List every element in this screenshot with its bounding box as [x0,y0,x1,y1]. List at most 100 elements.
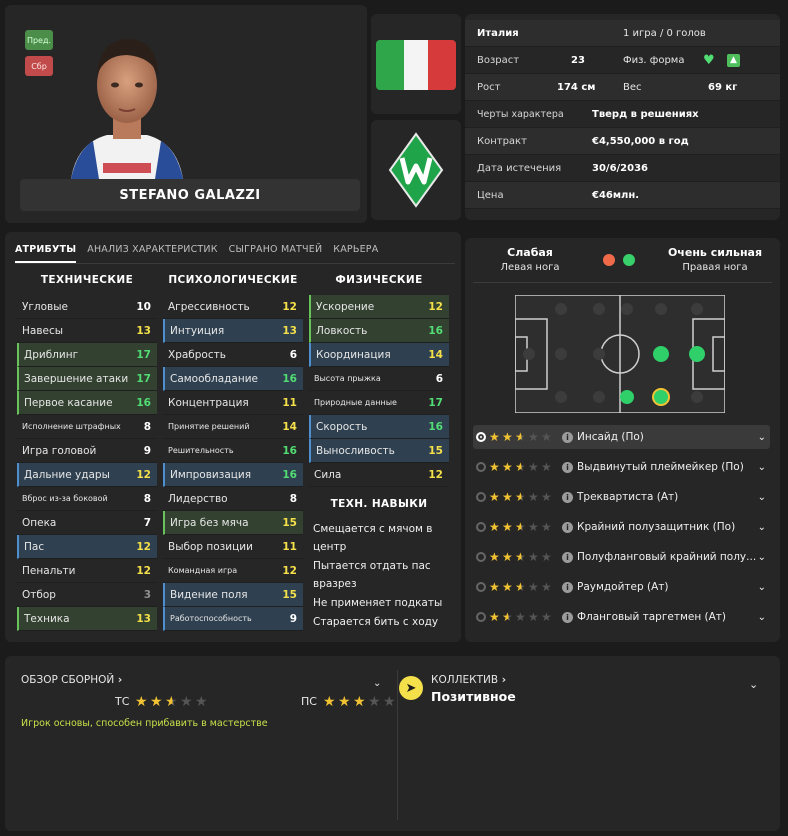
tab-career[interactable]: КАРЬЕРА [333,244,378,263]
attribute-row[interactable]: Дриблинг 17 [17,343,157,367]
attribute-row[interactable]: Пенальти 12 [17,559,157,583]
chevron-down-icon[interactable]: ⌄ [758,432,766,443]
national-overview-link[interactable]: ОБЗОР СБОРНОЙ › [21,674,122,686]
chevron-down-icon[interactable]: ⌄ [758,612,766,623]
attribute-row[interactable]: Пас 12 [17,535,157,559]
attribute-row[interactable]: Видение поля 15 [163,583,303,607]
role-name: Крайний полузащитник (По) [577,521,736,533]
chevron-down-icon[interactable]: ⌄ [758,552,766,563]
attribute-row[interactable]: Природные данные 17 [309,391,449,415]
attribute-row[interactable]: Высота прыжка 6 [309,367,449,391]
chevron-down-icon[interactable]: ⌄ [758,582,766,593]
role-item[interactable]: ★ ★ ★ ★ ★ i Крайний полузащитник (По) ⌄ [473,515,770,539]
attribute-row[interactable]: Ускорение 12 [309,295,449,319]
tab-matches[interactable]: СЫГРАНО МАТЧЕЙ [229,244,323,263]
attribute-row[interactable]: Лидерство 8 [163,487,303,511]
attribute-value: 6 [289,348,297,361]
role-item[interactable]: ★ ★ ★ ★ ★ i Треквартиста (Ат) ⌄ [473,485,770,509]
info-icon[interactable]: i [562,551,573,563]
attribute-row[interactable]: Техника 13 [17,607,157,631]
role-item[interactable]: ★ ★ ★ ★ ★ i Выдвинутый плеймейкер (По) ⌄ [473,455,770,479]
attribute-row[interactable]: Исполнение штрафных 8 [17,415,157,439]
attribute-row[interactable]: Угловые 10 [17,295,157,319]
weak-foot-label: Слабая [507,246,553,259]
attribute-value: 10 [136,300,151,313]
attribute-value: 13 [136,612,151,625]
attribute-row[interactable]: Координация 14 [309,343,449,367]
star-icon: ★ [541,460,552,474]
attribute-row[interactable]: Отбор 3 [17,583,157,607]
attribute-row[interactable]: Храбрость 6 [163,343,303,367]
role-radio[interactable] [476,432,486,442]
attribute-row[interactable]: Завершение атаки 17 [17,367,157,391]
fitness-label: Физ. форма [623,54,685,66]
nation-name[interactable]: Италия [477,28,519,39]
chevron-down-icon[interactable]: ⌄ [758,522,766,533]
info-icon[interactable]: i [562,581,573,593]
role-radio[interactable] [476,582,486,592]
attribute-row[interactable]: Навесы 13 [17,319,157,343]
attribute-row[interactable]: Выносливость 15 [309,439,449,463]
attribute-value: 9 [143,444,151,457]
info-icon[interactable]: i [562,611,573,623]
squad-badge[interactable]: Сбр [25,56,53,76]
attribute-value: 8 [143,492,151,505]
attribute-row[interactable]: Ловкость 16 [309,319,449,343]
info-icon[interactable]: i [562,431,573,443]
attribute-row[interactable]: Интуиция 13 [163,319,303,343]
role-radio[interactable] [476,522,486,532]
attribute-row[interactable]: Скорость 16 [309,415,449,439]
strong-foot-side: Правая нога [682,262,748,273]
info-icon[interactable]: i [562,491,573,503]
national-chevron-icon[interactable]: ⌄ [373,678,381,689]
role-radio[interactable] [476,462,486,472]
star-icon: ★ [502,520,513,534]
role-item[interactable]: ★ ★ ★ ★ ★ i Полуфланговый крайний полу... ⌄ [473,545,770,569]
attribute-row[interactable]: Командная игра 12 [163,559,303,583]
attribute-row[interactable]: Игра без мяча 15 [163,511,303,535]
attribute-row[interactable]: Решительность 16 [163,439,303,463]
attribute-row[interactable]: Дальние удары 12 [17,463,157,487]
attribute-row[interactable]: Выбор позиции 11 [163,535,303,559]
feet-divider [473,282,772,283]
tab-analysis[interactable]: АНАЛИЗ ХАРАКТЕРИСТИК [87,244,217,263]
chevron-down-icon[interactable]: ⌄ [758,462,766,473]
attribute-row[interactable]: Работоспособность 9 [163,607,303,631]
attribute-value: 16 [136,396,151,409]
attribute-name: Ловкость [316,324,368,337]
attribute-name: Завершение атаки [24,372,129,385]
attributes-panel: АТРИБУТЫ АНАЛИЗ ХАРАКТЕРИСТИК СЫГРАНО МА… [5,232,461,642]
attribute-row[interactable]: Концентрация 11 [163,391,303,415]
attribute-name: Опека [22,516,57,529]
attribute-value: 13 [136,324,151,337]
role-item[interactable]: ★ ★ ★ ★ ★ i Инсайд (По) ⌄ [473,425,770,449]
role-radio[interactable] [476,492,486,502]
attribute-row[interactable]: Импровизация 16 [163,463,303,487]
role-item[interactable]: ★ ★ ★ ★ ★ i Раумдойтер (Ат) ⌄ [473,575,770,599]
attribute-row[interactable]: Принятие решений 14 [163,415,303,439]
attribute-value: 16 [428,324,443,337]
team-chevron-icon[interactable]: ⌄ [749,678,758,691]
attribute-row[interactable]: Сила 12 [309,463,449,487]
tab-attributes[interactable]: АТРИБУТЫ [15,244,77,263]
attribute-name: Решительность [168,446,234,455]
weight-label: Вес [623,81,642,93]
attribute-row[interactable]: Игра головой 9 [17,439,157,463]
nation-flag-panel[interactable] [371,14,461,114]
attribute-row[interactable]: Опека 7 [17,511,157,535]
attribute-row[interactable]: Самообладание 16 [163,367,303,391]
role-item[interactable]: ★ ★ ★ ★ ★ i Фланговый таргетмен (Ат) ⌄ [473,605,770,629]
role-radio[interactable] [476,552,486,562]
chevron-down-icon[interactable]: ⌄ [758,492,766,503]
team-link[interactable]: КОЛЛЕКТИВ › [431,674,506,686]
attribute-row[interactable]: Агрессивность 12 [163,295,303,319]
info-icon[interactable]: i [562,461,573,473]
attribute-row[interactable]: Вброс из-за боковой 8 [17,487,157,511]
warning-badge[interactable]: Пред. [25,30,53,50]
attribute-row[interactable]: Первое касание 16 [17,391,157,415]
star-icon: ★ [541,610,552,624]
attribute-value: 15 [428,444,443,457]
club-crest-panel[interactable] [371,120,461,220]
role-radio[interactable] [476,612,486,622]
info-icon[interactable]: i [562,521,573,533]
